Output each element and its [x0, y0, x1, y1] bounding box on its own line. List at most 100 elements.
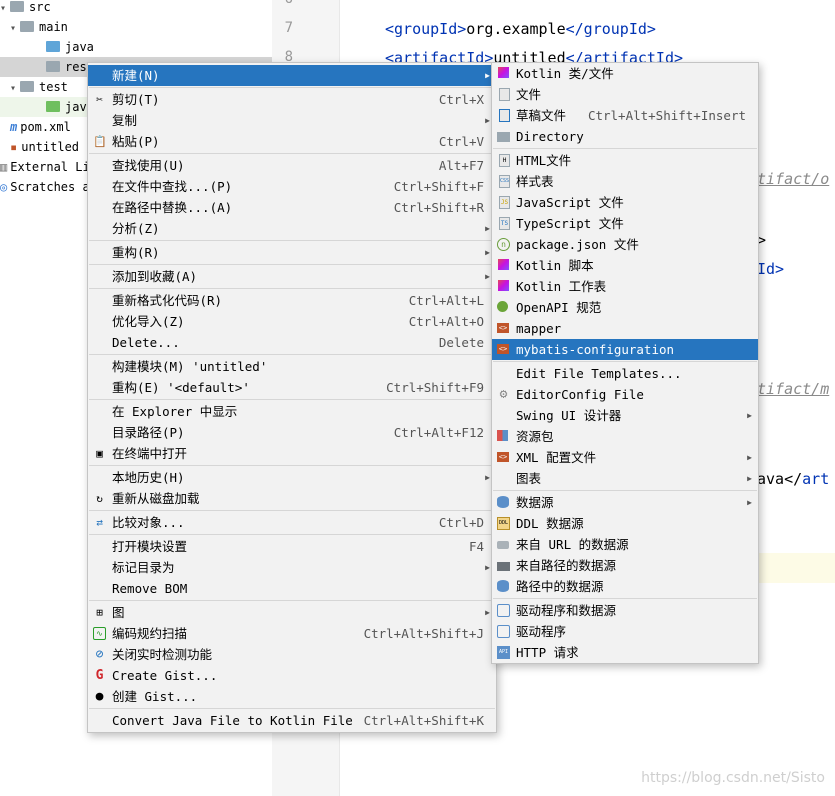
menu-item-reformat-code[interactable]: 重新格式化代码(R) Ctrl+Alt+L — [88, 290, 496, 311]
submenu-item-swing-ui-designer[interactable]: Swing UI 设计器 ▶ — [492, 405, 758, 426]
menu-item-directory-path[interactable]: 目录路径(P) Ctrl+Alt+F12 — [88, 422, 496, 443]
tree-item-label: pom.xml — [20, 120, 71, 134]
submenu-arrow-icon: ▶ — [485, 116, 490, 125]
menu-item-build-module[interactable]: 构建模块(M) 'untitled' — [88, 356, 496, 377]
submenu-item-openapi[interactable]: OpenAPI 规范 — [492, 297, 758, 318]
expand-arrow-icon[interactable]: ▾ — [0, 0, 10, 19]
submenu-item-package-json[interactable]: n package.json 文件 — [492, 234, 758, 255]
tree-item-label: java — [65, 40, 94, 54]
prohibit-icon: ⊘ — [95, 647, 104, 662]
submenu-item-kotlin-class[interactable]: Kotlin 类/文件 — [492, 63, 758, 84]
menu-item-analyze[interactable]: 分析(Z) ▶ — [88, 218, 496, 239]
driver-icon — [497, 604, 510, 617]
tree-item-pom[interactable]: m pom.xml — [10, 117, 71, 137]
scratch-file-icon — [499, 109, 510, 122]
menu-item-open-in-terminal[interactable]: ▣ 在终端中打开 — [88, 443, 496, 464]
submenu-item-typescript-file[interactable]: TS TypeScript 文件 — [492, 213, 758, 234]
menu-item-open-module-settings[interactable]: 打开模块设置 F4 — [88, 536, 496, 557]
menu-item-find-in-files[interactable]: 在文件中查找...(P) Ctrl+Shift+F — [88, 176, 496, 197]
tree-item-main[interactable]: ▾ main — [10, 17, 68, 37]
submenu-item-http-request[interactable]: API HTTP 请求 — [492, 642, 758, 663]
submenu-item-data-source-from-path[interactable]: 来自路径的数据源 — [492, 555, 758, 576]
menu-item-remove-bom[interactable]: Remove BOM — [88, 578, 496, 599]
submenu-item-editorconfig[interactable]: ⚙ EditorConfig File — [492, 384, 758, 405]
submenu-item-scratch-file[interactable]: 草稿文件 Ctrl+Alt+Shift+Insert — [492, 105, 758, 126]
tree-item-scratches[interactable]: ◎ Scratches a — [0, 177, 90, 197]
expand-arrow-icon[interactable]: ▾ — [10, 19, 20, 39]
submenu-item-edit-file-templates[interactable]: Edit File Templates... — [492, 363, 758, 384]
submenu-item-javascript-file[interactable]: JS JavaScript 文件 — [492, 192, 758, 213]
scratches-icon: ◎ — [0, 180, 8, 194]
npm-icon: n — [497, 238, 510, 251]
source-folder-icon — [46, 41, 60, 52]
menu-item-code-scan[interactable]: ∿ 编码规约扫描 Ctrl+Alt+Shift+J — [88, 623, 496, 644]
menu-item-find-usages[interactable]: 查找使用(U) Alt+F7 — [88, 155, 496, 176]
submenu-item-stylesheet[interactable]: CSS 样式表 — [492, 171, 758, 192]
menu-item-paste[interactable]: 📋 粘贴(P) Ctrl+V — [88, 131, 496, 152]
url-icon — [497, 541, 509, 549]
submenu-item-resource-bundle[interactable]: 资源包 — [492, 426, 758, 447]
new-submenu: Kotlin 类/文件 文件 草稿文件 Ctrl+Alt+Shift+Insert… — [491, 62, 759, 664]
menu-separator — [89, 153, 495, 154]
api-icon: API — [497, 646, 510, 659]
submenu-item-mybatis-configuration[interactable]: <> mybatis-configuration — [492, 339, 758, 360]
tree-item-test[interactable]: ▾ test — [10, 77, 68, 97]
folder-icon — [20, 81, 34, 92]
openapi-icon — [497, 301, 508, 312]
submenu-item-kotlin-script[interactable]: Kotlin 脚本 — [492, 255, 758, 276]
maven-icon: m — [10, 120, 18, 134]
submenu-item-data-source-from-url[interactable]: 来自 URL 的数据源 — [492, 534, 758, 555]
submenu-item-directory[interactable]: Directory — [492, 126, 758, 147]
library-icon: ▥ — [0, 160, 8, 174]
tree-item-label: src — [29, 0, 51, 14]
menu-item-compare-with[interactable]: ⇄ 比较对象... Ctrl+D — [88, 512, 496, 533]
css-icon: CSS — [499, 175, 510, 188]
menu-item-add-to-favorites[interactable]: 添加到收藏(A) ▶ — [88, 266, 496, 287]
menu-item-rebuild[interactable]: 重构(E) '<default>' Ctrl+Shift+F9 — [88, 377, 496, 398]
menu-item-optimize-imports[interactable]: 优化导入(Z) Ctrl+Alt+O — [88, 311, 496, 332]
gear-icon: ⚙ — [499, 387, 508, 402]
menu-item-new[interactable]: 新建(N) ▶ — [88, 65, 496, 86]
tree-item-src[interactable]: ▾ src — [0, 0, 51, 17]
menu-separator — [89, 288, 495, 289]
submenu-item-driver[interactable]: 驱动程序 — [492, 621, 758, 642]
menu-separator — [89, 264, 495, 265]
menu-item-disable-realtime-check[interactable]: ⊘ 关闭实时检测功能 — [88, 644, 496, 665]
menu-item-create-gist-github[interactable]: ● 创建 Gist... — [88, 686, 496, 707]
submenu-item-data-source-in-path[interactable]: 路径中的数据源 — [492, 576, 758, 597]
submenu-item-kotlin-worksheet[interactable]: Kotlin 工作表 — [492, 276, 758, 297]
submenu-item-xml-config[interactable]: <> XML 配置文件 ▶ — [492, 447, 758, 468]
resource-bundle-icon — [497, 430, 508, 441]
reload-icon: ↻ — [96, 492, 103, 505]
submenu-item-data-source[interactable]: 数据源 ▶ — [492, 492, 758, 513]
submenu-item-ddl-data-source[interactable]: DDL DDL 数据源 — [492, 513, 758, 534]
submenu-item-mapper[interactable]: <> mapper — [492, 318, 758, 339]
submenu-item-html-file[interactable]: H HTML文件 — [492, 150, 758, 171]
expand-arrow-icon[interactable]: ▾ — [10, 79, 20, 99]
tree-item-java[interactable]: java — [46, 37, 94, 57]
submenu-arrow-icon: ▶ — [485, 473, 490, 482]
xml-template-icon: <> — [497, 323, 509, 333]
submenu-item-driver-and-data-source[interactable]: 驱动程序和数据源 — [492, 600, 758, 621]
menu-item-replace-in-path[interactable]: 在路径中替换...(A) Ctrl+Shift+R — [88, 197, 496, 218]
menu-item-delete[interactable]: Delete... Delete — [88, 332, 496, 353]
gist-icon: G — [95, 668, 104, 683]
tree-item-external-libraries[interactable]: ▥ External Li — [0, 157, 90, 177]
ts-icon: TS — [499, 217, 510, 230]
menu-item-diagrams[interactable]: ⊞ 图 ▶ — [88, 602, 496, 623]
menu-item-convert-java-to-kotlin[interactable]: Convert Java File to Kotlin File Ctrl+Alt… — [88, 710, 496, 731]
menu-item-reload-from-disk[interactable]: ↻ 重新从磁盘加载 — [88, 488, 496, 509]
menu-item-create-gist[interactable]: G Create Gist... — [88, 665, 496, 686]
code-fragment: Id> — [757, 260, 785, 278]
menu-item-local-history[interactable]: 本地历史(H) ▶ — [88, 467, 496, 488]
submenu-item-file[interactable]: 文件 — [492, 84, 758, 105]
menu-item-mark-directory-as[interactable]: 标记目录为 ▶ — [88, 557, 496, 578]
menu-item-cut[interactable]: ✂ 剪切(T) Ctrl+X — [88, 89, 496, 110]
submenu-item-diagram[interactable]: 图表 ▶ — [492, 468, 758, 489]
menu-item-copy[interactable]: 复制 ▶ — [88, 110, 496, 131]
tree-item-untitled-iml[interactable]: ▪ untitled — [10, 137, 79, 157]
menu-item-show-in-explorer[interactable]: 在 Explorer 中显示 — [88, 401, 496, 422]
folder-icon — [20, 21, 34, 32]
menu-separator — [89, 600, 495, 601]
menu-item-refactor[interactable]: 重构(R) ▶ — [88, 242, 496, 263]
